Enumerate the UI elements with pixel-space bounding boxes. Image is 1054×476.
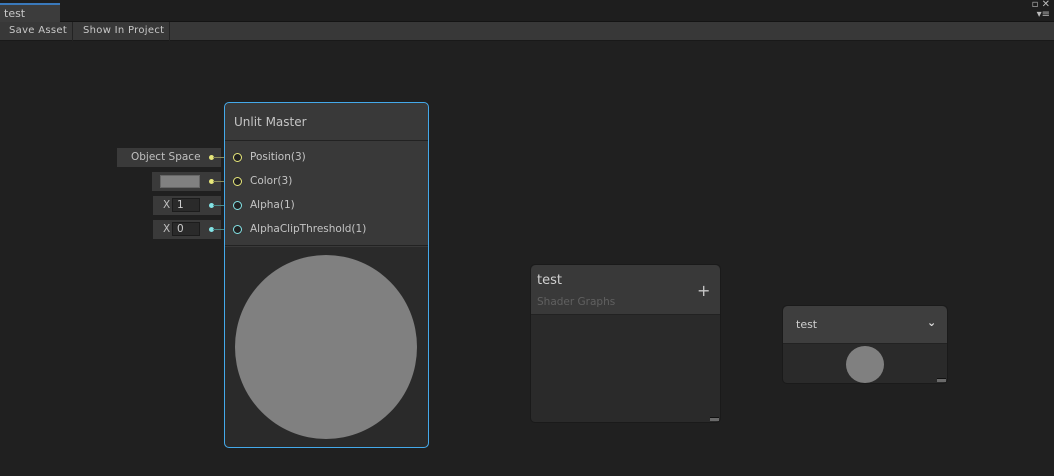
port-circle-icon (233, 201, 242, 210)
position-space-input[interactable]: Object Space (117, 148, 221, 167)
preview-sphere (235, 255, 417, 439)
port-label: AlphaClipThreshold(1) (250, 223, 367, 235)
position-space-label: Object Space (131, 151, 201, 163)
toolbar: Save Asset Show In Project (0, 22, 1054, 41)
port-circle-icon (233, 153, 242, 162)
resize-handle[interactable] (937, 378, 946, 382)
port-list: Position(3) Color(3) Alpha(1) AlphaClipT… (225, 142, 428, 246)
color-swatch[interactable] (160, 175, 200, 188)
tab-test[interactable]: test (0, 3, 60, 22)
port-circle-icon (233, 225, 242, 234)
resize-handle[interactable] (710, 417, 719, 421)
port-label: Alpha(1) (250, 199, 295, 211)
alpha-axis-label: X (163, 199, 171, 211)
port-alpha[interactable]: Alpha(1) (233, 198, 295, 212)
port-label: Position(3) (250, 151, 306, 163)
clip-axis-label: X (163, 223, 171, 235)
unlit-master-node[interactable]: Unlit Master Position(3) Color(3) Alpha(… (224, 102, 429, 448)
show-in-project-button[interactable]: Show In Project (78, 22, 171, 41)
main-preview: test ⌄ (782, 305, 948, 384)
preview-sphere (846, 346, 884, 383)
port-label: Color(3) (250, 175, 293, 187)
preview-title: test (796, 318, 818, 331)
port-circle-icon (233, 177, 242, 186)
blackboard-title: test (537, 273, 562, 288)
node-title: Unlit Master (225, 103, 428, 141)
menu-icon[interactable]: ▾≡ (1037, 9, 1050, 20)
tab-bar: test ▫ ✕ ▾≡ (0, 0, 1054, 22)
chevron-down-icon[interactable]: ⌄ (927, 316, 936, 329)
port-position[interactable]: Position(3) (233, 150, 306, 164)
window-controls: ▫ ✕ ▾≡ (1032, 0, 1050, 20)
blackboard-subtitle: Shader Graphs (537, 296, 616, 308)
port-color[interactable]: Color(3) (233, 174, 292, 188)
alpha-value-field[interactable]: 1 (172, 198, 200, 212)
blackboard: test Shader Graphs + (530, 264, 721, 423)
save-asset-button[interactable]: Save Asset (4, 22, 74, 41)
clip-value-field[interactable]: 0 (172, 222, 200, 236)
add-icon[interactable]: + (697, 281, 710, 300)
port-alpha-clip[interactable]: AlphaClipThreshold(1) (233, 222, 366, 236)
node-preview (225, 247, 428, 447)
